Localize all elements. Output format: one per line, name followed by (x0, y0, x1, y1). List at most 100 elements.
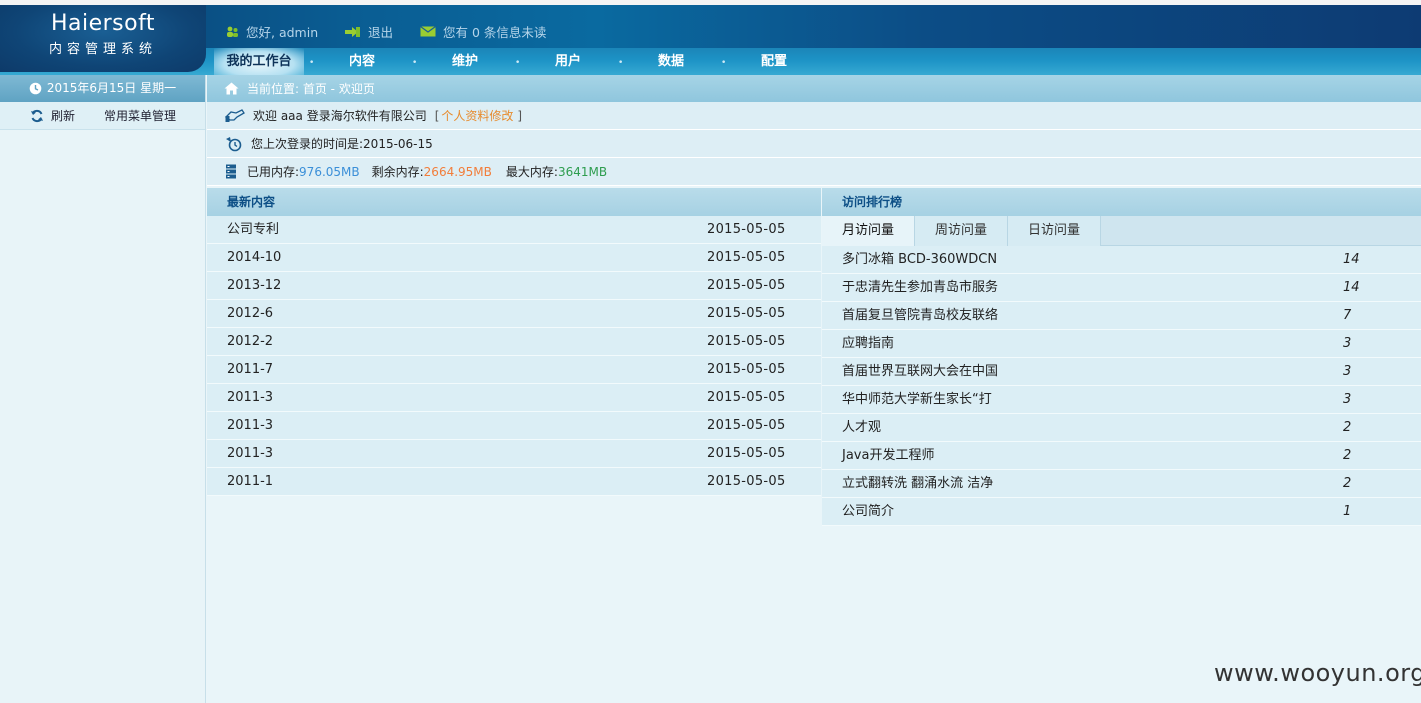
ranking-row[interactable]: Java开发工程师 2 (822, 442, 1421, 470)
latest-row[interactable]: 公司专利 2015-05-05 (207, 216, 821, 244)
tab-monthly[interactable]: 月访问量 (822, 216, 916, 246)
ranking-list: 多门冰箱 BCD-360WDCN 14 于忠清先生参加青岛市服务 14 首届复旦管院青岛… (822, 246, 1421, 526)
latest-row[interactable]: 2011-3 2015-05-05 (207, 412, 821, 440)
user-icon (227, 26, 238, 37)
messages-link[interactable]: 您有 0 条信息未读 (420, 22, 546, 41)
ranking-row[interactable]: 人才观 2 (822, 414, 1421, 442)
latest-row-date: 2015-05-05 (707, 306, 786, 321)
ranking-row[interactable]: 华中师范大学新生家长“打 3 (822, 386, 1421, 414)
last-login-row: 您上次登录的时间是: 2015-06-15 (207, 130, 1421, 158)
main-nav: 我的工作台 • 内容 • 维护 • 用户 • 数据 • 配置 (0, 48, 1421, 75)
ranking-row-title[interactable]: Java开发工程师 (842, 442, 934, 469)
latest-row[interactable]: 2013-12 2015-05-05 (207, 272, 821, 300)
latest-row-date: 2015-05-05 (707, 390, 786, 405)
ranking-row-count: 3 (1343, 364, 1352, 379)
ranking-row[interactable]: 多门冰箱 BCD-360WDCN 14 (822, 246, 1421, 274)
clock-history-icon (226, 136, 242, 151)
latest-row-date: 2015-05-05 (707, 362, 786, 377)
nav-item-maintenance[interactable]: 维护 (420, 48, 510, 75)
latest-row[interactable]: 2011-3 2015-05-05 (207, 440, 821, 468)
nav-item-users[interactable]: 用户 (523, 48, 613, 75)
latest-row[interactable]: 2012-6 2015-05-05 (207, 300, 821, 328)
ranking-row[interactable]: 立式翻转洗 翻涌水流 洁净 2 (822, 470, 1421, 498)
latest-row-title[interactable]: 2011-3 (227, 412, 273, 439)
latest-row-title[interactable]: 2011-1 (227, 468, 273, 495)
nav-separator: • (618, 58, 624, 68)
tab-daily[interactable]: 日访问量 (1008, 216, 1102, 246)
latest-content-panel: 最新内容 公司专利 2015-05-05 2014-10 2015-05-05 2013… (207, 188, 821, 496)
ranking-row-count: 7 (1343, 308, 1352, 323)
nav-item-config[interactable]: 配置 (729, 48, 819, 75)
server-icon (226, 164, 236, 179)
profile-edit-link[interactable]: 个人资料修改 (441, 107, 513, 124)
refresh-button[interactable]: 刷新 (30, 107, 75, 124)
latest-row-date: 2015-05-05 (707, 278, 786, 293)
memory-used-label: 已用内存: (247, 165, 300, 179)
latest-row-title[interactable]: 2011-3 (227, 384, 273, 411)
ranking-row-title[interactable]: 首届复旦管院青岛校友联络 (842, 302, 998, 329)
messages-text: 您有 0 条信息未读 (443, 25, 547, 40)
latest-row-title[interactable]: 2014-10 (227, 244, 281, 271)
latest-row-title[interactable]: 2011-7 (227, 356, 273, 383)
logo-brand: Haiersoft (50, 11, 156, 36)
ranking-row[interactable]: 首届复旦管院青岛校友联络 7 (822, 302, 1421, 330)
sidebar-tools: 刷新 常用菜单管理 (0, 102, 205, 130)
ranking-row-title[interactable]: 应聘指南 (842, 330, 894, 357)
memory-free-value: 2664.95MB (423, 164, 492, 179)
latest-row-date: 2015-05-05 (707, 250, 786, 265)
latest-row[interactable]: 2012-2 2015-05-05 (207, 328, 821, 356)
welcome-row: 欢迎 aaa 登录海尔软件有限公司 [ 个人资料修改 ] (207, 102, 1421, 130)
ranking-row-count: 14 (1343, 280, 1360, 295)
greeting-text: 您好, admin (246, 25, 319, 40)
latest-row-date: 2015-05-05 (707, 446, 786, 461)
visit-ranking-panel: 访问排行榜 月访问量 周访问量 日访问量 多门冰箱 BCD-360WDCN 14 于… (822, 188, 1421, 526)
latest-row-date: 2015-05-05 (707, 418, 786, 433)
logout-link[interactable]: 退出 (344, 22, 393, 41)
clock-icon (29, 82, 42, 95)
latest-row-title[interactable]: 2012-2 (227, 328, 273, 355)
latest-row[interactable]: 2011-3 2015-05-05 (207, 384, 821, 412)
ranking-row-title[interactable]: 于忠清先生参加青岛市服务 (842, 274, 998, 301)
memory-free-label: 剩余内存: (371, 165, 424, 179)
latest-row[interactable]: 2011-1 2015-05-05 (207, 468, 821, 496)
date-bar: 2015年6月15日 星期一 (0, 75, 205, 102)
ranking-row-count: 3 (1343, 392, 1352, 407)
ranking-row-title[interactable]: 首届世界互联网大会在中国 (842, 358, 998, 385)
logout-icon (345, 26, 360, 37)
ranking-row[interactable]: 于忠清先生参加青岛市服务 14 (822, 274, 1421, 302)
handshake-icon (225, 109, 245, 122)
latest-row[interactable]: 2011-7 2015-05-05 (207, 356, 821, 384)
latest-row-title[interactable]: 2013-12 (227, 272, 281, 299)
ranking-panel-title: 访问排行榜 (822, 188, 1421, 216)
tab-weekly[interactable]: 周访问量 (915, 216, 1009, 246)
home-icon (224, 82, 239, 95)
nav-separator: • (412, 58, 418, 68)
nav-item-data[interactable]: 数据 (626, 48, 716, 75)
latest-row-title[interactable]: 公司专利 (227, 216, 279, 243)
ranking-row-title[interactable]: 多门冰箱 BCD-360WDCN (842, 246, 997, 273)
latest-row-title[interactable]: 2011-3 (227, 440, 273, 467)
ranking-row[interactable]: 应聘指南 3 (822, 330, 1421, 358)
bracket-close: ] (517, 108, 523, 123)
latest-row[interactable]: 2014-10 2015-05-05 (207, 244, 821, 272)
ranking-row-title[interactable]: 人才观 (842, 414, 881, 441)
ranking-row-count: 2 (1343, 420, 1352, 435)
ranking-row[interactable]: 首届世界互联网大会在中国 3 (822, 358, 1421, 386)
ranking-row-count: 1 (1343, 504, 1352, 519)
ranking-row-count: 2 (1343, 476, 1352, 491)
ranking-row[interactable]: 公司简介 1 (822, 498, 1421, 526)
refresh-icon (31, 109, 43, 122)
nav-item-content[interactable]: 内容 (317, 48, 407, 75)
menu-manage-link[interactable]: 常用菜单管理 (104, 107, 176, 124)
watermark: www.wooyun.org (1214, 659, 1421, 687)
nav-item-workbench[interactable]: 我的工作台 (214, 48, 304, 75)
latest-row-date: 2015-05-05 (707, 334, 786, 349)
ranking-row-title[interactable]: 公司简介 (842, 498, 894, 525)
memory-used-value: 976.05MB (299, 164, 360, 179)
ranking-row-title[interactable]: 华中师范大学新生家长“打 (842, 386, 992, 413)
ranking-row-title[interactable]: 立式翻转洗 翻涌水流 洁净 (842, 470, 993, 497)
memory-row: 已用内存: 976.05MB 剩余内存: 2664.95MB 最大内存: 364… (207, 158, 1421, 186)
logout-label: 退出 (368, 25, 394, 40)
memory-max-label: 最大内存: (505, 165, 558, 179)
latest-row-title[interactable]: 2012-6 (227, 300, 273, 327)
